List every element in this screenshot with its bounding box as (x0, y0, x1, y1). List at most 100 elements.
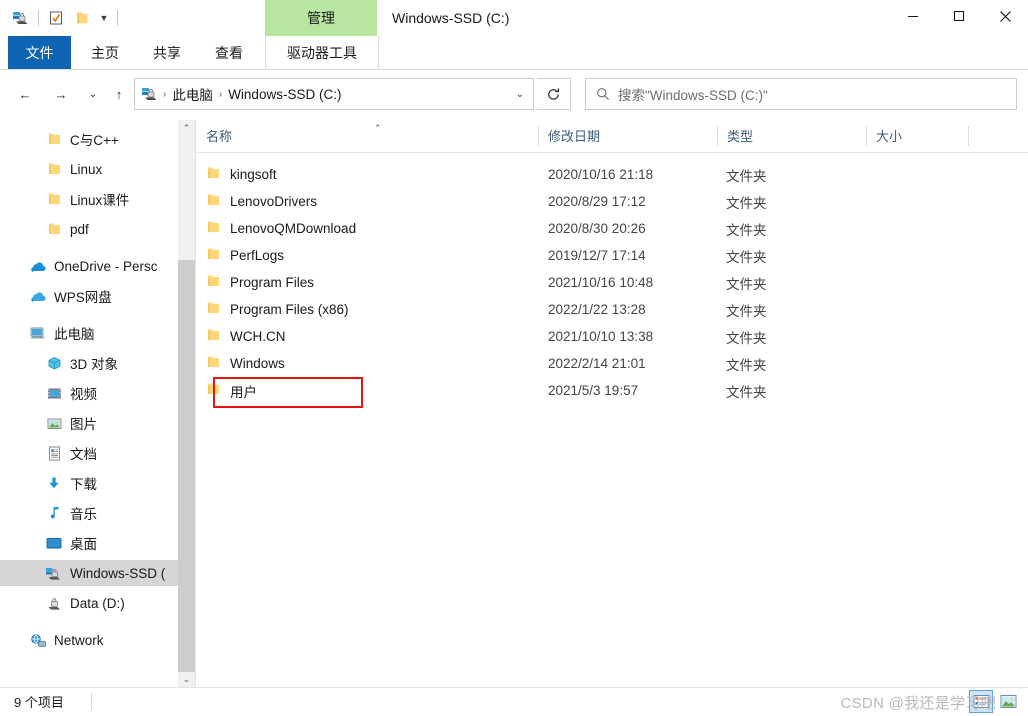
file-name-label: Windows (230, 356, 285, 371)
sidebar-item-label: Windows-SSD ( (70, 565, 166, 581)
back-button[interactable]: ← (10, 78, 40, 110)
breadcrumb-windows-ssd[interactable]: Windows-SSD (C:) (226, 87, 343, 102)
breadcrumb-separator-2[interactable]: › (215, 89, 226, 100)
navigation-pane-scrollbar[interactable]: ⌃ ⌄ (178, 120, 195, 688)
column-divider-4[interactable] (968, 126, 969, 146)
file-name-cell[interactable]: LenovoDrivers (206, 193, 317, 210)
column-size-label: 大小 (876, 129, 903, 144)
table-row[interactable]: Windows 2022/2/14 21:01 文件夹 (196, 350, 1028, 377)
sort-ascending-icon: ⌃ (374, 123, 382, 133)
scroll-down-arrow-icon[interactable]: ⌄ (178, 671, 195, 688)
sidebar-item-documents[interactable]: 文档 (0, 440, 178, 466)
folder-icon (206, 328, 221, 345)
table-row[interactable]: LenovoDrivers 2020/8/29 17:12 文件夹 (196, 188, 1028, 215)
file-name-cell[interactable]: Windows (206, 355, 285, 372)
file-name-label: Program Files (230, 275, 315, 290)
table-row[interactable]: LenovoQMDownload 2020/8/30 20:26 文件夹 (196, 215, 1028, 242)
column-type[interactable]: 类型 (717, 120, 866, 151)
file-date-cell: 2021/5/3 19:57 (548, 383, 639, 398)
table-row[interactable]: Program Files (x86) 2022/1/22 13:28 文件夹 (196, 296, 1028, 323)
this-pc-icon (141, 86, 159, 102)
table-row[interactable]: 用户 2021/5/3 19:57 文件夹 (196, 377, 1028, 404)
table-row[interactable]: PerfLogs 2019/12/7 17:14 文件夹 (196, 242, 1028, 269)
file-name-cell[interactable]: Program Files (206, 274, 314, 291)
close-button[interactable] (982, 0, 1028, 32)
sidebar-item-desktop[interactable]: 桌面 (0, 530, 178, 556)
file-name-cell[interactable]: 用户 (206, 381, 257, 401)
folder-icon (206, 166, 221, 183)
navigation-pane: C与C++ Linux Linux课件 pdf OneDrive - Persc (0, 120, 178, 688)
file-name-cell[interactable]: LenovoQMDownload (206, 220, 356, 237)
forward-button[interactable]: → (46, 78, 76, 110)
folder-icon (44, 222, 64, 236)
sidebar-item-music[interactable]: 音乐 (0, 500, 178, 526)
sidebar-item-3d-objects[interactable]: 3D 对象 (0, 350, 178, 376)
tab-file-label: 文件 (25, 44, 54, 61)
column-name[interactable]: 名称 (196, 120, 538, 151)
scroll-up-arrow-icon[interactable]: ⌃ (178, 120, 195, 137)
breadcrumb-this-pc[interactable]: 此电脑 (170, 84, 215, 104)
new-folder-icon[interactable] (69, 5, 95, 31)
item-count-label: 9 个项目 (14, 695, 64, 710)
file-date-cell: 2021/10/10 13:38 (548, 329, 654, 344)
tab-view[interactable]: 查看 (203, 36, 255, 69)
minimize-button[interactable] (890, 0, 936, 32)
quick-access-toolbar: ▼ (8, 0, 122, 36)
sidebar-item-linux[interactable]: Linux (0, 156, 178, 182)
tab-share[interactable]: 共享 (141, 36, 193, 69)
search-icon (596, 87, 610, 101)
maximize-button[interactable] (936, 0, 982, 32)
table-row[interactable]: Program Files 2021/10/16 10:48 文件夹 (196, 269, 1028, 296)
file-name-label: WCH.CN (230, 329, 286, 344)
tab-home[interactable]: 主页 (79, 36, 131, 69)
table-row[interactable]: kingsoft 2020/10/16 21:18 文件夹 (196, 161, 1028, 188)
table-row[interactable]: WCH.CN 2021/10/10 13:38 文件夹 (196, 323, 1028, 350)
sidebar-item-onedrive[interactable]: OneDrive - Persc (0, 253, 178, 279)
scrollbar-thumb[interactable] (178, 260, 195, 672)
sidebar-item-data-d[interactable]: Data (D:) (0, 590, 178, 616)
sidebar-item-videos[interactable]: 视频 (0, 380, 178, 406)
breadcrumb-separator-1[interactable]: › (159, 89, 170, 100)
sidebar-item-linux-courseware[interactable]: Linux课件 (0, 186, 178, 212)
sidebar-item-network[interactable]: Network (0, 627, 178, 653)
search-box[interactable]: 搜索"Windows-SSD (C:)" (585, 78, 1017, 110)
ribbon-tab-strip: 文件 主页 共享 查看 驱动器工具 ⌄ ? (0, 36, 1028, 100)
customize-qat-caret-icon[interactable]: ▼ (95, 5, 113, 31)
file-date-cell: 2022/1/22 13:28 (548, 302, 646, 317)
sidebar-item-wps-cloud[interactable]: WPS网盘 (0, 283, 178, 309)
address-dropdown-caret-icon[interactable]: ⌄ (507, 79, 533, 109)
drive-icon (44, 596, 64, 611)
file-date-cell: 2021/10/16 10:48 (548, 275, 654, 290)
large-icons-view-icon[interactable] (996, 690, 1020, 713)
sidebar-item-pictures[interactable]: 图片 (0, 410, 178, 436)
file-name-cell[interactable]: WCH.CN (206, 328, 286, 345)
file-list-pane: 名称 ⌃ 修改日期 类型 大小 kingsoft 2020/10/16 21:1… (196, 120, 1028, 688)
tab-drive-tools[interactable]: 驱动器工具 (265, 36, 379, 70)
sidebar-item-pdf[interactable]: pdf (0, 216, 178, 242)
music-icon (44, 506, 64, 520)
watermark-text: CSDN @我还是学习吧 (840, 695, 996, 712)
tab-file[interactable]: 文件 (8, 36, 71, 69)
sidebar-item-c-cpp[interactable]: C与C++ (0, 126, 178, 152)
contextual-tab-manage[interactable]: 管理 (265, 0, 377, 36)
search-placeholder: 搜索"Windows-SSD (C:)" (618, 88, 768, 103)
drive-icon (44, 566, 64, 581)
drive-icon[interactable] (8, 5, 34, 31)
file-name-cell[interactable]: Program Files (x86) (206, 301, 349, 318)
file-name-cell[interactable]: kingsoft (206, 166, 277, 183)
properties-icon[interactable] (43, 5, 69, 31)
column-date[interactable]: 修改日期 (538, 120, 717, 151)
sidebar-item-windows-ssd[interactable]: Windows-SSD ( (0, 560, 178, 586)
sidebar-item-label: Linux课件 (70, 193, 130, 208)
contextual-tab-label: 管理 (307, 10, 335, 26)
file-name-cell[interactable]: PerfLogs (206, 247, 284, 264)
file-date-cell: 2020/8/29 17:12 (548, 194, 646, 209)
refresh-button[interactable] (537, 78, 571, 110)
documents-icon (44, 446, 64, 461)
title-bar: ▼ 管理 Windows-SSD (C:) (0, 0, 1028, 36)
column-size[interactable]: 大小 (866, 120, 968, 151)
address-bar[interactable]: › 此电脑 › Windows-SSD (C:) ⌄ (134, 78, 534, 110)
sidebar-item-this-pc[interactable]: 此电脑 (0, 320, 178, 346)
up-button[interactable]: ↑ (104, 78, 134, 110)
sidebar-item-downloads[interactable]: 下载 (0, 470, 178, 496)
